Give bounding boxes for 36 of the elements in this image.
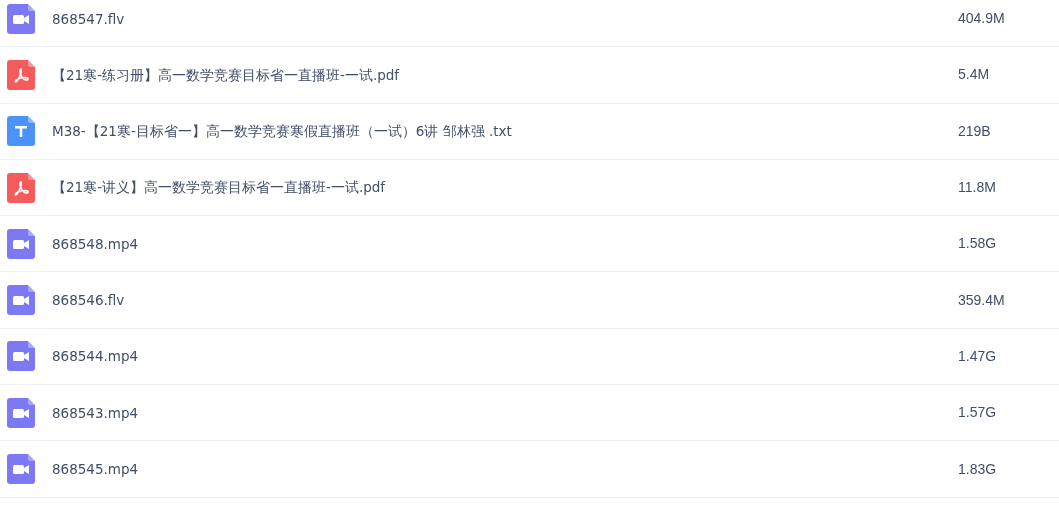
video-camera-icon bbox=[7, 397, 35, 428]
file-name[interactable]: 868548.mp4 bbox=[52, 233, 932, 254]
file-name[interactable]: 【21寒-讲义】高一数学竞赛目标省一直播班-一试.pdf bbox=[52, 177, 932, 198]
file-row[interactable]: 【21寒-讲义】高一数学竞赛目标省一直播班-一试.pdf 11.8M bbox=[0, 159, 1059, 217]
file-size: 219B bbox=[958, 121, 991, 141]
file-row[interactable]: 868547.flv 404.9M bbox=[0, 0, 1059, 48]
file-row[interactable]: 868546.flv 359.4M bbox=[0, 272, 1059, 329]
file-name[interactable]: 868546.flv bbox=[52, 290, 932, 311]
file-name[interactable]: M38-【21寒-目标省一】高一数学竞赛寒假直播班（一试）6讲 邹林强 .txt bbox=[52, 121, 932, 142]
file-row[interactable]: 868548.mp4 1.58G bbox=[0, 216, 1059, 273]
file-name[interactable]: 868545.mp4 bbox=[52, 458, 932, 480]
file-name[interactable]: 868547.flv bbox=[52, 8, 932, 29]
file-name[interactable]: 868544.mp4 bbox=[52, 346, 932, 367]
file-row[interactable]: 868544.mp4 1.47G bbox=[0, 328, 1059, 386]
file-size: 1.58G bbox=[958, 234, 997, 254]
file-size: 359.4M bbox=[958, 290, 1005, 310]
file-size: 5.4M bbox=[958, 65, 990, 85]
video-camera-icon bbox=[7, 285, 35, 316]
pdf-file-icon bbox=[7, 172, 35, 203]
file-name[interactable]: 868543.mp4 bbox=[52, 402, 932, 423]
video-camera-icon bbox=[7, 228, 35, 259]
file-size: 404.9M bbox=[958, 9, 1005, 29]
file-size: 11.8M bbox=[958, 178, 996, 198]
pdf-file-icon bbox=[7, 59, 35, 90]
file-size: 1.57G bbox=[958, 403, 997, 423]
file-size: 1.83G bbox=[958, 459, 997, 479]
file-row[interactable]: M38-【21寒-目标省一】高一数学竞赛寒假直播班（一试）6讲 邹林强 .txt 219B bbox=[0, 103, 1059, 160]
file-size: 1.47G bbox=[958, 346, 997, 366]
video-camera-icon bbox=[7, 3, 35, 34]
file-row[interactable]: 868545.mp4 1.83G bbox=[0, 441, 1059, 498]
video-camera-icon bbox=[7, 341, 35, 372]
text-file-icon bbox=[7, 116, 35, 147]
file-row[interactable]: 868543.mp4 1.57G bbox=[0, 385, 1059, 442]
file-name[interactable]: 【21寒-练习册】高一数学竞赛目标省一直播班-一试.pdf bbox=[52, 64, 932, 86]
video-camera-icon bbox=[7, 454, 35, 484]
file-row[interactable]: 【21寒-练习册】高一数学竞赛目标省一直播班-一试.pdf 5.4M bbox=[0, 47, 1059, 104]
